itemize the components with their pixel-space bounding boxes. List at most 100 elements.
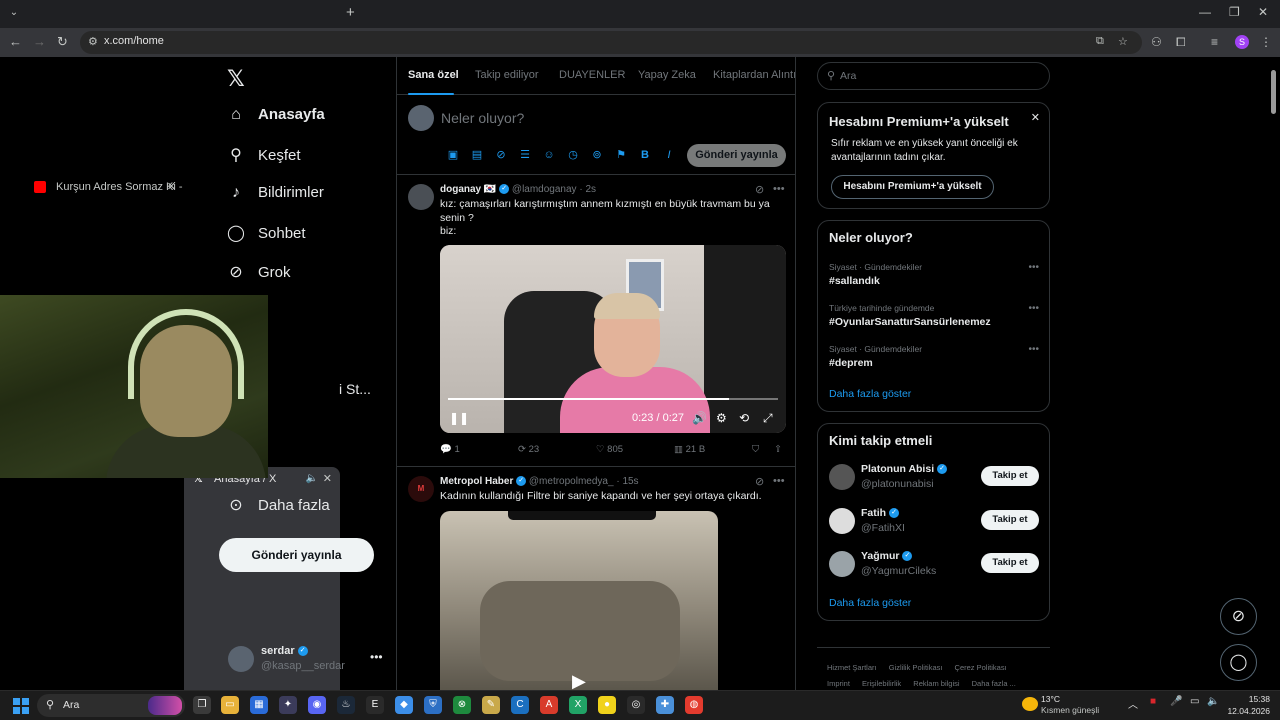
compose-input[interactable]: Neler oluyor? xyxy=(441,110,524,126)
nav-item-chat[interactable]: ◯ Sohbet xyxy=(226,223,306,249)
follow-suggestion[interactable]: Fatih ✓ @FatihXI Takip et xyxy=(829,507,1041,537)
follow-suggestion[interactable]: Yağmur ✓ @YagmurCileks Takip et xyxy=(829,550,1041,580)
like-button[interactable]: ♡ 805 xyxy=(596,444,623,455)
footer-link[interactable]: Gizlilik Politikası xyxy=(889,663,943,672)
footer-link[interactable]: Hizmet Şartları xyxy=(827,663,877,672)
epic-games-icon[interactable]: E xyxy=(366,696,384,714)
messages-fab-icon[interactable]: ◯ xyxy=(1220,644,1257,681)
task-view-icon[interactable]: ❐ xyxy=(193,696,211,714)
post-button[interactable]: Gönderi yayınla xyxy=(219,538,374,572)
close-icon[interactable]: ✕ xyxy=(1031,111,1040,124)
italic-icon[interactable]: I xyxy=(657,149,681,161)
follow-button[interactable]: Takip et xyxy=(981,553,1039,573)
scrollbar[interactable] xyxy=(1270,60,1277,688)
compose-post-button[interactable]: Gönderi yayınla xyxy=(687,144,786,167)
app-tray-icon[interactable]: ■ xyxy=(1150,696,1156,707)
fullscreen-icon[interactable]: ⤢ xyxy=(763,411,773,426)
volume-icon[interactable]: 🔊 xyxy=(692,411,707,425)
app-icon[interactable]: ✎ xyxy=(482,696,500,714)
grok-icon[interactable]: ⊘ xyxy=(755,183,764,196)
views-count[interactable]: ▥ 21 B xyxy=(674,444,705,455)
taskbar-search[interactable]: ⚲ Ara xyxy=(37,694,185,717)
author-name[interactable]: Metropol Haber xyxy=(440,476,513,487)
network-icon[interactable]: ▭ xyxy=(1190,696,1199,707)
volume-icon[interactable]: 🔈 xyxy=(1207,696,1219,707)
follow-button[interactable]: Takip et xyxy=(981,466,1039,486)
app-icon[interactable]: ◆ xyxy=(395,696,413,714)
more-options-icon[interactable]: ••• xyxy=(773,183,785,195)
app-icon[interactable]: ✦ xyxy=(279,696,297,714)
steam-icon[interactable]: ♨ xyxy=(337,696,355,714)
repost-button[interactable]: ⟳ 23 xyxy=(518,444,539,455)
trends-show-more-link[interactable]: Daha fazla göster xyxy=(829,388,911,400)
new-tab-button[interactable]: + xyxy=(346,4,355,21)
image-icon[interactable]: ▣ xyxy=(441,148,465,161)
app-icon[interactable]: ✚ xyxy=(656,696,674,714)
obs-icon[interactable]: ◎ xyxy=(627,696,645,714)
x-logo-icon[interactable]: 𝕏 xyxy=(227,66,245,92)
footer-link[interactable]: Imprint xyxy=(827,679,850,688)
follow-show-more-link[interactable]: Daha fazla göster xyxy=(829,597,911,609)
install-app-icon[interactable]: ⧉ xyxy=(1096,35,1104,48)
video-player[interactable]: ❚❚ 0:23 / 0:27 🔊 ⚙ ⟲ ⤢ xyxy=(440,245,786,433)
speaker-icon[interactable]: 🔈 xyxy=(306,467,318,491)
share-icon[interactable]: ⇪ xyxy=(774,444,782,455)
more-options-icon[interactable]: ••• xyxy=(370,650,383,664)
discord-icon[interactable]: ◉ xyxy=(308,696,326,714)
close-window-button[interactable]: ✕ xyxy=(1258,5,1268,19)
tweet[interactable]: doganay 🇰🇷 ✓ @lamdoganay · 2s ⊘ ••• kız:… xyxy=(397,175,795,467)
media-control-icon[interactable]: ≡ xyxy=(1211,35,1218,49)
file-explorer-icon[interactable]: ▭ xyxy=(221,696,239,714)
incognito-icon[interactable]: ⚇ xyxy=(1151,35,1162,49)
minimize-button[interactable]: — xyxy=(1199,5,1211,19)
browser-menu-icon[interactable]: ⋮ xyxy=(1260,35,1272,49)
nav-item-more[interactable]: ⊙ Daha fazla xyxy=(226,495,329,521)
xbox-icon[interactable]: ⊗ xyxy=(453,696,471,714)
app-icon[interactable]: C xyxy=(511,696,529,714)
footer-link[interactable]: Reklam bilgisi xyxy=(913,679,959,688)
chrome-icon[interactable]: ◍ xyxy=(685,696,703,714)
play-icon[interactable]: ▶ xyxy=(572,671,586,691)
app-icon[interactable]: ⛨ xyxy=(424,696,442,714)
tab-search-icon[interactable]: ⌄ xyxy=(6,5,22,21)
tab-for-you[interactable]: Sana özel xyxy=(408,69,459,81)
more-options-icon[interactable]: ••• xyxy=(1028,344,1039,355)
schedule-icon[interactable]: ◷ xyxy=(561,148,585,161)
system-clock[interactable]: 15:38 12.04.2026 xyxy=(1226,693,1270,717)
avatar[interactable]: M xyxy=(408,476,434,502)
nav-item-home[interactable]: ⌂ Anasayfa xyxy=(226,106,325,132)
footer-link[interactable]: Çerez Politikası xyxy=(955,663,1007,672)
excel-icon[interactable]: X xyxy=(569,696,587,714)
bookmark-star-icon[interactable]: ☆ xyxy=(1118,35,1128,48)
app-icon[interactable]: ● xyxy=(598,696,616,714)
tweet[interactable]: M Metropol Haber ✓ @metropolmedya_ · 15s… xyxy=(397,467,795,691)
nav-item-grok[interactable]: ⊘ Grok xyxy=(226,262,290,288)
more-options-icon[interactable]: ••• xyxy=(773,475,785,487)
tab-kitaplardan[interactable]: Kitaplardan Alıntı xyxy=(713,69,795,81)
grok-fab-icon[interactable]: ⊘ xyxy=(1220,598,1257,635)
avatar[interactable] xyxy=(408,184,434,210)
nav-item-notifications[interactable]: ♪ Bildirimler xyxy=(226,184,324,210)
more-options-icon[interactable]: ••• xyxy=(1028,303,1039,314)
video-player[interactable]: ▶ xyxy=(440,511,718,691)
search-input[interactable]: ⚲ Ara xyxy=(817,62,1050,90)
reply-button[interactable]: 💬 1 xyxy=(440,444,460,455)
forward-button[interactable]: → xyxy=(33,34,46,49)
settings-gear-icon[interactable]: ⚙ xyxy=(716,411,727,425)
bookmark-icon[interactable]: ⛉ xyxy=(752,444,759,455)
site-info-icon[interactable]: ⚙ xyxy=(88,35,98,48)
rotate-icon[interactable]: ⟲ xyxy=(739,411,749,425)
gif-icon[interactable]: ▤ xyxy=(465,148,489,161)
nav-item-explore[interactable]: ⚲ Keşfet xyxy=(226,145,300,171)
author-name[interactable]: doganay xyxy=(440,184,481,195)
close-tab-icon[interactable]: ✕ xyxy=(167,175,176,199)
profile-avatar[interactable]: S xyxy=(1235,35,1249,49)
pause-icon[interactable]: ❚❚ xyxy=(449,411,469,425)
grok-icon[interactable]: ⊘ xyxy=(755,475,764,488)
emoji-icon[interactable]: ☺ xyxy=(537,149,561,161)
extensions-icon[interactable]: ⧠ xyxy=(1176,35,1186,50)
windows-start-icon[interactable] xyxy=(13,698,29,714)
trend-item[interactable]: Siyaset · Gündemdekiler #deprem ••• xyxy=(829,344,1039,374)
trend-item[interactable]: Türkiye tarihinde gündemde #OyunlarSanat… xyxy=(829,303,1039,333)
microphone-icon[interactable]: 🎤 xyxy=(1170,696,1182,707)
